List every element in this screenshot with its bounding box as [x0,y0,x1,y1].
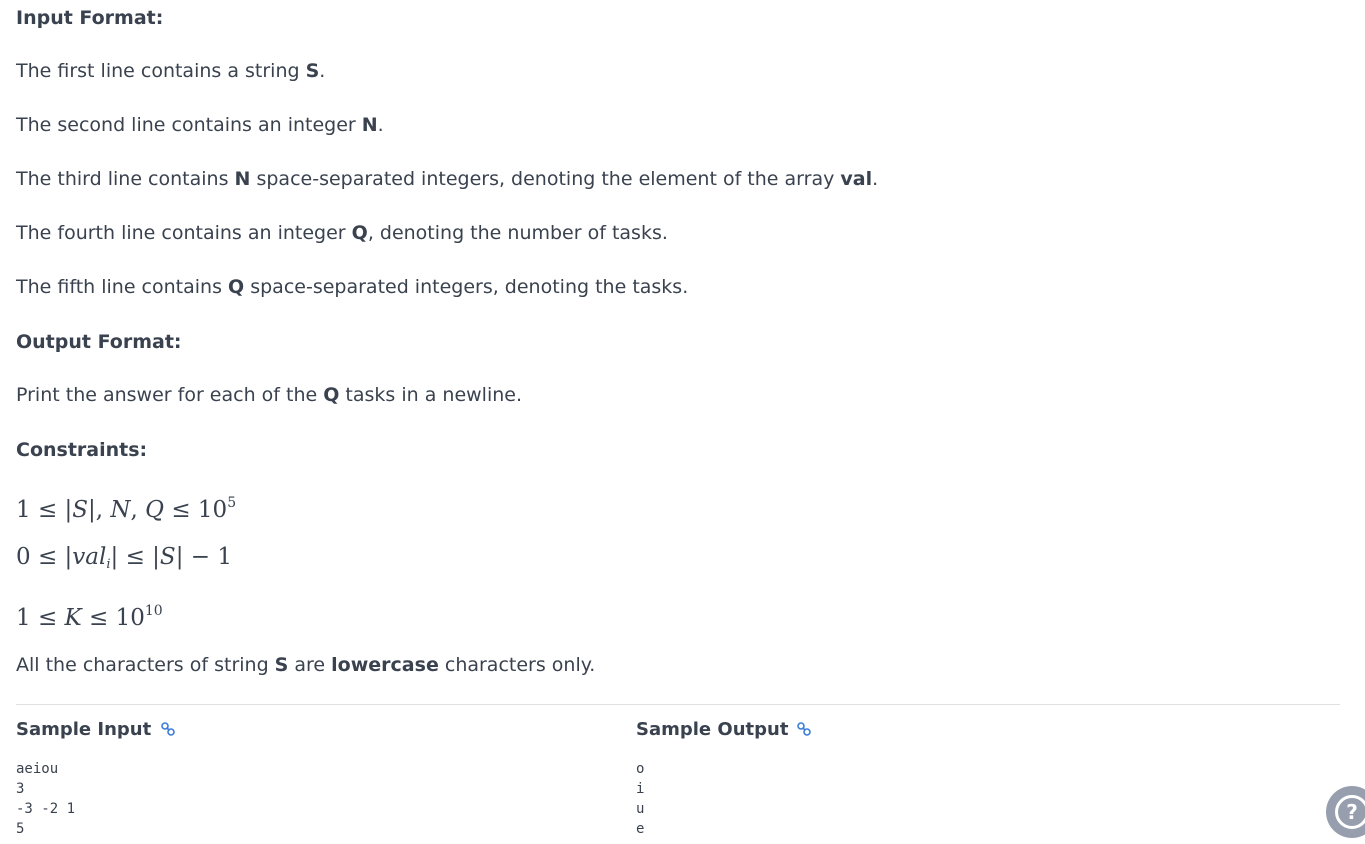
sample-input-line: aeiou [16,761,59,777]
input-line-2: The second line contains an integer N. [16,114,384,136]
input-format-heading: Input Format: [16,7,164,29]
constraints-heading: Constraints: [16,439,148,461]
constraint-note: All the characters of string S are lower… [16,654,596,676]
input-line-5: The fifth line contains Q space-separate… [16,276,689,298]
sample-input-line: -3 -2 1 [16,801,76,817]
sample-input-title: Sample Input [16,719,152,740]
constraint-1: 1 ≤ |S|, N, Q ≤ 105 [16,495,237,523]
input-line-3: The third line contains N space-separate… [16,168,879,190]
input-line-1: The first line contains a string S. [16,60,326,82]
input-line-4: The fourth line contains an integer Q, d… [16,222,668,244]
sample-output-block: oiue [636,759,644,839]
help-button[interactable]: ? [1326,786,1365,838]
help-icon: ? [1335,795,1365,829]
sample-output-line: i [636,781,645,797]
sample-output-title: Sample Output [636,719,789,740]
sample-output-line: u [636,801,645,817]
output-format-heading: Output Format: [16,331,182,353]
constraint-2: 0 ≤ |vali| ≤ |S| − 1 [16,544,232,572]
constraint-3: 1 ≤ K ≤ 1010 [16,603,163,631]
output-line-1: Print the answer for each of the Q tasks… [16,384,523,406]
sample-input-link-icon[interactable] [160,721,176,737]
sample-input-line: 5 [16,821,25,837]
section-divider [16,704,1340,705]
sample-output-line: e [636,821,645,837]
sample-output-line: o [636,761,645,777]
sample-output-link-icon[interactable] [796,721,812,737]
sample-input-line: 3 [16,781,25,797]
sample-input-block: aeiou 3 -3 -2 1 5 [16,759,75,839]
